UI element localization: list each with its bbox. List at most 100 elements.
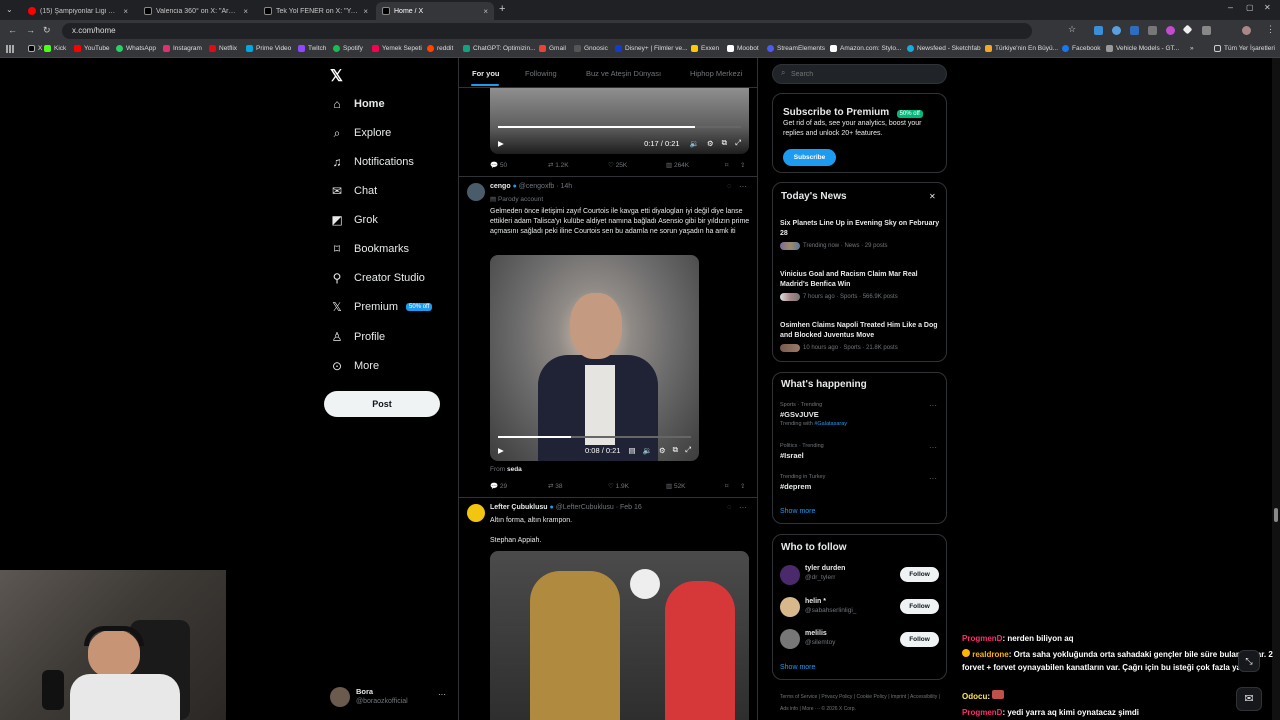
like-button[interactable]: ♡ 1.9K	[608, 482, 629, 490]
bookmark-gnoosic[interactable]: Gnoosic	[574, 45, 608, 52]
captions-icon[interactable]: ▤	[628, 446, 635, 455]
news-item[interactable]: Vinicius Goal and Racism Claim Mar Real …	[780, 270, 940, 302]
trend-more-icon[interactable]: ···	[929, 443, 937, 452]
footer-link[interactable]: Imprint	[891, 694, 906, 700]
bookmark-reddit[interactable]: reddit	[427, 45, 453, 52]
video-source-user[interactable]: seda	[507, 466, 522, 473]
suggested-user[interactable]: melilis @silemtoy	[805, 630, 835, 646]
suggested-user-avatar[interactable]	[780, 565, 800, 585]
tweet-author-handle[interactable]: @cengoxfb · 14h	[519, 183, 572, 190]
bookmark-whatsapp[interactable]: WhatsApp	[116, 45, 156, 52]
share-button[interactable]: ⇪	[740, 482, 745, 490]
play-icon[interactable]: ▶	[498, 446, 504, 455]
like-button[interactable]: ♡ 25K	[608, 161, 627, 169]
extension-icon[interactable]	[1148, 26, 1157, 35]
post-button[interactable]: Post	[324, 391, 440, 417]
reload-icon[interactable]: ↻	[43, 25, 51, 36]
bookmark-turkiye[interactable]: Türkiye'nin En Büyü...	[985, 45, 1058, 52]
forward-icon[interactable]: →	[26, 25, 35, 35]
account-more-icon[interactable]: ···	[438, 690, 446, 699]
bookmark-moobot[interactable]: Moobot	[727, 45, 759, 52]
extensions-puzzle-icon[interactable]	[1202, 26, 1211, 35]
nav-notifications[interactable]: ♫ Notifications	[330, 151, 414, 173]
tweet-author-handle[interactable]: @LefterCubuklusu · Feb 16	[556, 504, 642, 511]
volume-icon[interactable]: 🔉	[643, 446, 652, 455]
back-icon[interactable]: ←	[8, 25, 17, 35]
url-input[interactable]: x.com/home	[62, 23, 1032, 39]
show-more-trends-link[interactable]: Show more	[780, 508, 815, 515]
tab-for-you[interactable]: For you	[472, 69, 500, 78]
scrollbar-thumb[interactable]	[1274, 508, 1278, 522]
tweet-video[interactable]: ▶ 0:08 / 0:21 ▤ 🔉 ⚙ ⧉ ⤢	[490, 255, 699, 461]
suggested-user[interactable]: helin * @sabahserlinligi_	[805, 598, 856, 614]
bookmarks-overflow-icon[interactable]: »	[1190, 45, 1194, 52]
bookmark-yemek-sepeti[interactable]: Yemek Sepeti	[372, 45, 422, 52]
footer-link[interactable]: More ···	[802, 706, 820, 712]
bookmark-twitch[interactable]: Twitch	[298, 45, 326, 52]
news-item[interactable]: Six Planets Line Up in Evening Sky on Fe…	[780, 219, 940, 251]
extension-icon[interactable]	[1112, 26, 1121, 35]
play-icon[interactable]: ▶	[498, 139, 504, 148]
suggested-user-avatar[interactable]	[780, 597, 800, 617]
fullscreen-icon[interactable]: ⤢	[735, 138, 741, 148]
search-box[interactable]: ⌕	[772, 64, 947, 84]
tab-close-icon[interactable]: ×	[243, 7, 248, 16]
trend-hashtag[interactable]: #Galatasaray	[814, 421, 847, 427]
tweet-more-icon[interactable]: ···	[739, 182, 747, 191]
news-item[interactable]: Osimhen Claims Napoli Treated Him Like a…	[780, 321, 940, 353]
browser-tab-youtube[interactable]: (15) Şampiyonlar Ligi Son 16 P... ×	[22, 2, 134, 20]
volume-icon[interactable]: 🔉	[690, 139, 699, 148]
nav-premium[interactable]: 𝕏 Premium 50% off	[330, 296, 433, 318]
tab-close-icon[interactable]: ×	[483, 7, 488, 16]
search-input[interactable]	[791, 68, 931, 80]
bookmark-exxen[interactable]: Exxen	[691, 45, 719, 52]
bookmark-gmail[interactable]: Gmail	[539, 45, 566, 52]
all-bookmarks-folder[interactable]: Tüm Yer İşaretleri	[1214, 45, 1275, 52]
trend-more-icon[interactable]: ···	[929, 474, 937, 483]
tweet-author-avatar[interactable]	[467, 183, 485, 201]
maximize-icon[interactable]: ▢	[1246, 3, 1254, 12]
views-button[interactable]: ▥ 264K	[666, 161, 689, 169]
video-progress-bar[interactable]	[498, 126, 741, 128]
tab-following[interactable]: Following	[525, 69, 557, 78]
bookmark-youtube[interactable]: YouTube	[74, 45, 110, 52]
bookmark-vehicle-models[interactable]: Vehicle Models - GT...	[1106, 45, 1179, 52]
bookmark-streamelements[interactable]: StreamElements	[767, 45, 825, 52]
bookmark-prime-video[interactable]: Prime Video	[246, 45, 291, 52]
pip-icon[interactable]: ⧉	[722, 138, 727, 148]
tab-search-icon[interactable]: ⌄	[6, 5, 13, 14]
bookmark-x[interactable]: X	[28, 45, 42, 52]
tweet-author-name[interactable]: Lefter Çubuklusu	[490, 504, 548, 511]
extension-icon[interactable]	[1130, 26, 1139, 35]
follow-button[interactable]: Follow	[900, 567, 939, 582]
account-switcher[interactable]: Bora @boraozkofficial ···	[330, 686, 450, 710]
tweet-image[interactable]	[490, 551, 749, 720]
grok-icon[interactable]: ◌	[727, 183, 731, 190]
footer-link[interactable]: Accessibility	[910, 694, 937, 700]
bookmark-button[interactable]: ⌑	[725, 482, 728, 490]
retweet-button[interactable]: ⇄ 38	[548, 482, 563, 490]
nav-explore[interactable]: ⌕ Explore	[330, 122, 392, 144]
settings-icon[interactable]: ⚙	[707, 139, 714, 148]
nav-profile[interactable]: ♙ Profile	[330, 326, 386, 348]
profile-avatar-icon[interactable]	[1242, 26, 1251, 35]
browser-menu-icon[interactable]: ⋮	[1266, 24, 1275, 35]
page-scrollbar[interactable]	[1272, 58, 1280, 720]
tab-hiphop-merkezi[interactable]: Hiphop Merkezi	[690, 69, 742, 78]
nav-creator-studio[interactable]: ⚲ Creator Studio	[330, 267, 425, 289]
bookmark-facebook[interactable]: Facebook	[1062, 45, 1101, 52]
tweet-more-icon[interactable]: ···	[739, 503, 747, 512]
nav-bookmarks[interactable]: ⌑ Bookmarks	[330, 238, 409, 260]
tab-close-icon[interactable]: ×	[123, 7, 128, 16]
new-tab-button[interactable]: +	[499, 3, 505, 15]
nav-chat[interactable]: ✉ Chat	[330, 180, 377, 202]
tweet-author-avatar[interactable]	[467, 504, 485, 522]
tweet-author-name[interactable]: cengo	[490, 183, 511, 190]
fullscreen-icon[interactable]: ⤢	[685, 445, 691, 455]
browser-tab-home-x[interactable]: Home / X ×	[376, 2, 494, 20]
video-progress-bar[interactable]	[498, 436, 691, 438]
suggested-user-avatar[interactable]	[780, 629, 800, 649]
extension-icon[interactable]	[1094, 26, 1103, 35]
subscribe-button[interactable]: Subscribe	[783, 149, 836, 166]
bookmark-sketchfab[interactable]: Newsfeed - Sketchfab	[907, 45, 981, 52]
